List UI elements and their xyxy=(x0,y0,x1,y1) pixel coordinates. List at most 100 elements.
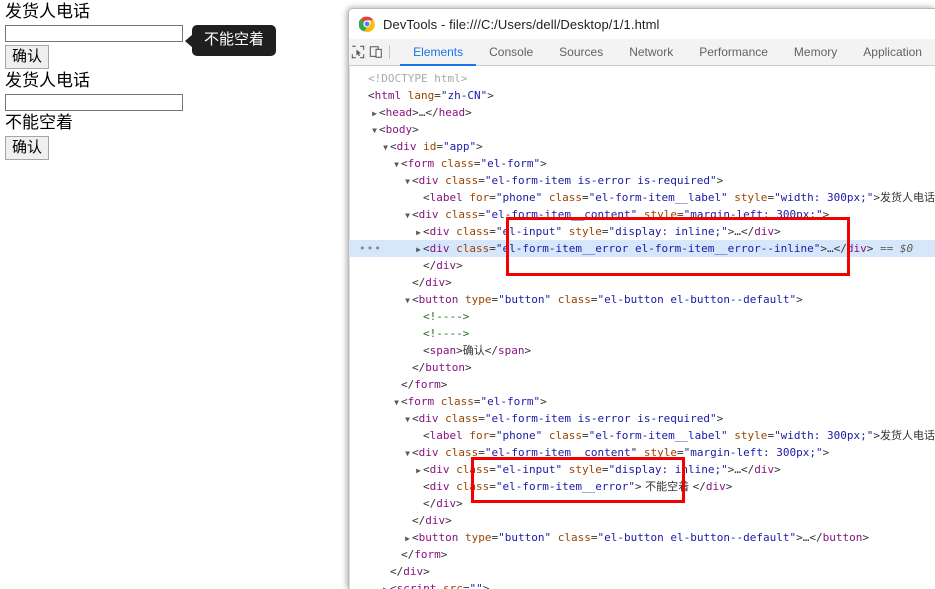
shipper-phone-input-1[interactable] xyxy=(5,24,183,42)
dom-token-punc: > xyxy=(716,174,724,187)
tab-network[interactable]: Network xyxy=(616,39,686,65)
dom-token-punc: = xyxy=(581,429,589,442)
tab-memory[interactable]: Memory xyxy=(781,39,850,65)
dom-token-punc: < xyxy=(368,89,375,102)
dom-token-punc: >…</ xyxy=(820,242,847,255)
dom-tree-row[interactable]: </div> xyxy=(349,495,935,512)
dom-token-val: "el-form-item__content" xyxy=(484,446,638,459)
twisty-expanded-icon[interactable]: ▼ xyxy=(392,394,401,410)
dom-token-tag: head xyxy=(385,106,413,119)
dom-tree-row[interactable]: <label for="phone" class="el-form-item__… xyxy=(349,189,935,206)
dom-token-tag: form xyxy=(414,548,441,561)
twisty-collapsed-icon[interactable]: ▶ xyxy=(414,224,423,240)
tab-elements[interactable]: Elements xyxy=(400,39,477,66)
tab-performance[interactable]: Performance xyxy=(686,39,781,65)
device-toolbar-button[interactable] xyxy=(367,39,385,65)
dom-tree-row[interactable]: </form> xyxy=(349,376,935,393)
dom-tree-row[interactable]: ▼ <div class="el-form-item__content" styl… xyxy=(349,444,935,461)
twisty-expanded-icon[interactable]: ▼ xyxy=(403,411,412,427)
dom-token-punc: < xyxy=(423,480,430,493)
dom-token-val: "el-form-item__label" xyxy=(588,191,728,204)
dom-token-punc: > xyxy=(540,157,547,170)
twisty-expanded-icon[interactable]: ▼ xyxy=(392,156,401,172)
dom-row-more-badge[interactable]: ••• xyxy=(359,240,382,257)
dom-tree-row[interactable]: <!----> xyxy=(349,308,935,325)
dom-token-tag: div xyxy=(436,259,457,272)
dom-token-tag: button xyxy=(425,361,465,374)
twisty-expanded-icon[interactable]: ▼ xyxy=(370,122,379,138)
dom-token-punc: </ xyxy=(401,548,415,561)
shipper-phone-error-2: 不能空着 xyxy=(5,113,73,132)
shipper-phone-input-2[interactable] xyxy=(5,93,183,111)
dom-tree-row[interactable]: <!DOCTYPE html> xyxy=(349,70,935,87)
dom-tree-row[interactable]: ▼ <form class="el-form"> xyxy=(349,155,935,172)
dom-tree-row[interactable]: ▼ <body> xyxy=(349,121,935,138)
device-toolbar-icon xyxy=(370,46,383,58)
tab-console[interactable]: Console xyxy=(476,39,546,65)
dom-token-attr: for xyxy=(462,191,490,204)
dom-token-punc: = xyxy=(489,242,496,255)
dom-tree-row[interactable]: </div> xyxy=(349,257,935,274)
dom-tree-row[interactable]: ▼ <div id="app"> xyxy=(349,138,935,155)
tab-sources[interactable]: Sources xyxy=(546,39,616,65)
dom-token-cjk: 发货人电话 xyxy=(880,191,935,204)
dom-tree-row[interactable]: ▼ <form class="el-form"> xyxy=(349,393,935,410)
twisty-collapsed-icon[interactable]: ▶ xyxy=(381,581,390,589)
dom-tree-row[interactable]: </div> xyxy=(349,274,935,291)
dom-token-punc: = xyxy=(581,191,589,204)
dom-token-doctype: <!DOCTYPE html> xyxy=(368,72,468,85)
confirm-button-1[interactable]: 确认 xyxy=(5,45,50,69)
dom-token-attr: class xyxy=(551,531,591,544)
dom-token-attr: id xyxy=(416,140,437,153)
dom-tree-row[interactable]: ▼ <button type="button" class="el-button … xyxy=(349,291,935,308)
dom-tree-row[interactable]: <!----> xyxy=(349,325,935,342)
inspect-element-button[interactable] xyxy=(349,39,367,65)
dom-tree-row[interactable]: <html lang="zh-CN"> xyxy=(349,87,935,104)
dom-tree-panel[interactable]: <!DOCTYPE html> <html lang="zh-CN"> ▶ <head… xyxy=(349,66,935,589)
twisty-expanded-icon[interactable]: ▼ xyxy=(403,173,412,189)
confirm-button-2[interactable]: 确认 xyxy=(5,136,50,160)
dom-token-punc: > xyxy=(822,208,830,221)
dom-token-punc: > xyxy=(725,480,733,493)
dom-token-attr: class xyxy=(434,395,474,408)
dom-token-tag: div xyxy=(418,174,439,187)
tab-application[interactable]: Application xyxy=(850,39,935,65)
dom-tree-row[interactable]: ▼ <div class="el-form-item__content" styl… xyxy=(349,206,935,223)
dom-tree-row[interactable]: ••• ▶ <div class="el-form-item__error el-f… xyxy=(349,240,935,257)
dom-tree-row[interactable]: ▼ <div class="el-form-item is-error is-re… xyxy=(349,172,935,189)
dom-tree-row[interactable]: <label for="phone" class="el-form-item__… xyxy=(349,427,935,444)
dom-token-val: "zh-CN" xyxy=(440,89,488,102)
inspect-element-icon xyxy=(351,45,365,59)
dom-tree-row[interactable]: ▶<script src=""> xyxy=(349,580,935,589)
dom-tree-row[interactable]: ▶ <div class="el-input" style="display: i… xyxy=(349,461,935,478)
dom-tree-row[interactable]: <span>确认</span> xyxy=(349,342,935,359)
twisty-collapsed-icon[interactable]: ▶ xyxy=(414,241,423,257)
dom-token-punc: > xyxy=(774,463,781,476)
twisty-expanded-icon[interactable]: ▼ xyxy=(403,292,412,308)
twisty-expanded-icon[interactable]: ▼ xyxy=(381,139,390,155)
dom-token-punc: = xyxy=(489,429,496,442)
dom-token-tag: form xyxy=(407,157,435,170)
dom-tree-row[interactable]: ▶ <div class="el-input" style="display: i… xyxy=(349,223,935,240)
dom-tree-row[interactable]: ▶ <button type="button" class="el-button … xyxy=(349,529,935,546)
dom-token-punc: > xyxy=(440,378,448,391)
dom-token-tag: div xyxy=(396,140,417,153)
dom-tree-row[interactable]: </div> xyxy=(349,563,935,580)
dom-token-punc: </ xyxy=(423,497,437,510)
dom-tree-row[interactable]: </button> xyxy=(349,359,935,376)
twisty-collapsed-icon[interactable]: ▶ xyxy=(414,462,423,478)
dom-tree-row[interactable]: ▶ <head>…</head> xyxy=(349,104,935,121)
validation-tooltip: 不能空着 xyxy=(185,25,277,56)
dom-tree-row[interactable]: ▼ <div class="el-form-item is-error is-re… xyxy=(349,410,935,427)
dom-token-val: "el-form-item__error" xyxy=(495,480,635,493)
dom-token-punc: = xyxy=(478,174,485,187)
dom-tree-row[interactable]: <div class="el-form-item__error"> 不能空着 <… xyxy=(349,478,935,495)
twisty-expanded-icon[interactable]: ▼ xyxy=(403,207,412,223)
twisty-collapsed-icon[interactable]: ▶ xyxy=(403,530,412,546)
twisty-collapsed-icon[interactable]: ▶ xyxy=(370,105,379,121)
twisty-expanded-icon[interactable]: ▼ xyxy=(403,445,412,461)
dom-tree-row[interactable]: </div> xyxy=(349,512,935,529)
dom-tree-row[interactable]: </form> xyxy=(349,546,935,563)
dom-token-val: "width: 300px;" xyxy=(774,191,874,204)
dom-token-attr: class xyxy=(434,157,474,170)
